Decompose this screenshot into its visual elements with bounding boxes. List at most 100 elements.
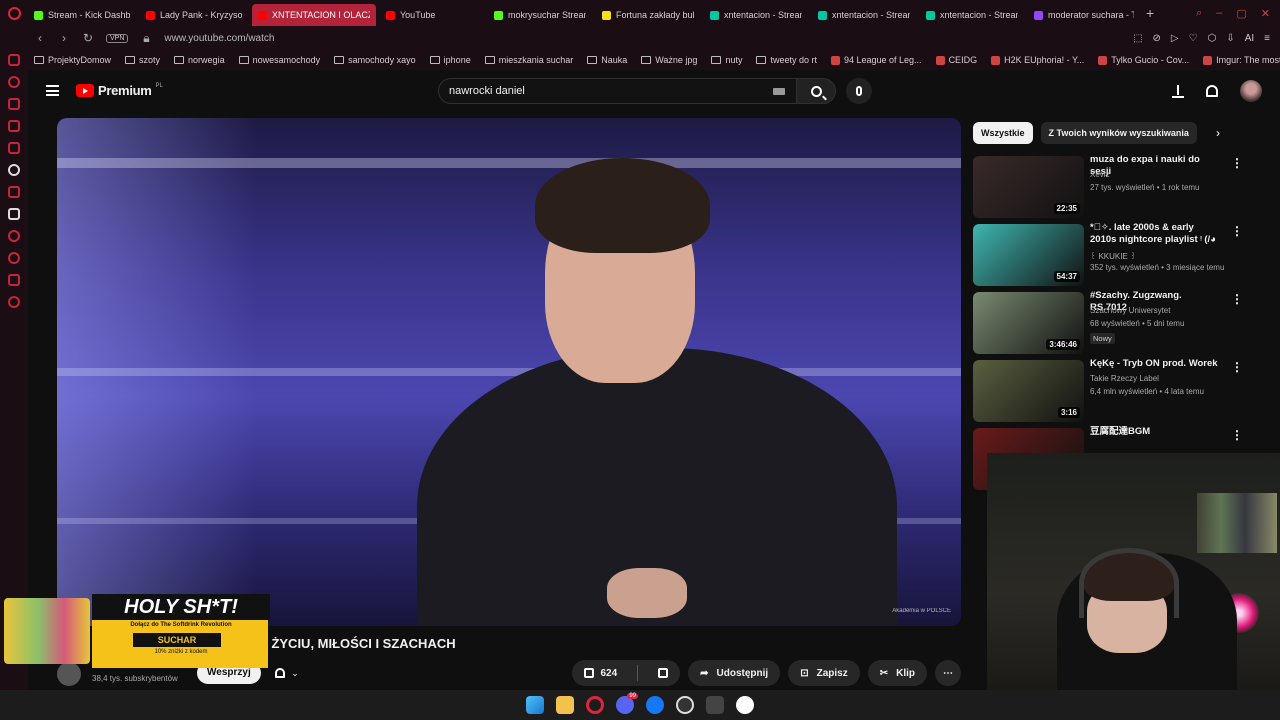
browser-tab[interactable]: mokrysuchar Stream [488, 4, 592, 26]
recommendation-menu-icon[interactable]: ⋮ [1231, 292, 1243, 306]
adblock-icon[interactable]: ⊘ [1153, 33, 1161, 44]
messenger-icon[interactable] [8, 120, 20, 132]
bookmark-item[interactable]: Ważne jpg [641, 55, 697, 65]
opera-taskbar-icon[interactable] [586, 696, 604, 714]
new-tab-button[interactable]: + [1140, 5, 1160, 21]
guide-menu-icon[interactable] [46, 85, 59, 96]
bookmark-item[interactable]: mieszkania suchar [484, 55, 573, 65]
recommendation-item[interactable]: 22:35 muza do expa i nauki do sesji Xeviz 2… [973, 154, 1243, 222]
video-thumbnail[interactable]: 3:16 [973, 360, 1084, 422]
close-window-icon[interactable]: ✕ [1261, 7, 1270, 20]
like-button[interactable]: 624 [572, 660, 629, 686]
upload-icon[interactable] [1172, 84, 1184, 98]
bookmark-item[interactable]: samochody xayo [334, 55, 416, 65]
recommendation-channel[interactable]: Takie Rzeczy Label [1090, 374, 1159, 383]
video-player[interactable]: Akademia w POLSCE [57, 118, 961, 626]
bookmark-item[interactable]: CEIDG [935, 55, 977, 65]
player-icon[interactable] [8, 252, 20, 264]
browser-tab[interactable]: YouTube [380, 4, 484, 26]
more-actions-button[interactable]: ⋯ [935, 660, 961, 686]
browser-tab[interactable]: xntentacion - Stream [704, 4, 808, 26]
recommendation-menu-icon[interactable]: ⋮ [1231, 224, 1243, 238]
clip-button[interactable]: ✂ Klip [867, 660, 927, 686]
obs-icon[interactable] [676, 696, 694, 714]
notification-bell-button[interactable]: ⌄ [267, 662, 307, 684]
recommendation-channel[interactable]: Szachowy Uniwersytet [1090, 306, 1170, 315]
bookmark-item[interactable]: iphone [429, 55, 471, 65]
browser-tab[interactable]: Lady Pank - Kryzysow [140, 4, 248, 26]
search-button[interactable] [796, 78, 836, 104]
bookmark-item[interactable]: ProjektyDomow [34, 55, 111, 65]
bookmark-item[interactable]: tweety do rt [756, 55, 817, 65]
dislike-button[interactable] [646, 660, 680, 686]
recommendation-item[interactable]: 54:37 *ﾟ✧. late 2000s & early 2010s night… [973, 222, 1243, 290]
bookmark-item[interactable]: Nauka [587, 55, 627, 65]
account-avatar[interactable] [1240, 80, 1262, 102]
recommendation-item[interactable]: 3:16 KęKę - Tryb ON prod. Worek Takie Rzec… [973, 358, 1243, 426]
recommendation-menu-icon[interactable]: ⋮ [1231, 428, 1243, 442]
facebook-icon[interactable] [646, 696, 664, 714]
minimize-icon[interactable]: – [1216, 7, 1222, 20]
twitch-icon[interactable] [8, 186, 20, 198]
browser-tab[interactable]: Stream - Kick Dashbo [28, 4, 136, 26]
opera-logo-icon[interactable] [0, 0, 28, 26]
video-thumbnail[interactable]: 22:35 [973, 156, 1084, 218]
instagram-icon[interactable] [8, 142, 20, 154]
bookmark-heart-icon[interactable]: ♡ [1189, 33, 1198, 44]
menu-icon[interactable]: ≡ [1264, 33, 1270, 44]
bookmark-item[interactable]: nowesamochody [238, 55, 320, 65]
browser-tab[interactable]: moderator suchara - T [1028, 4, 1140, 26]
settings-icon[interactable] [8, 296, 20, 308]
forward-icon[interactable]: › [58, 31, 70, 45]
download-icon[interactable]: ⇩ [1226, 33, 1234, 44]
video-thumbnail[interactable]: 3:46:46 [973, 292, 1084, 354]
bookmark-item[interactable]: szoty [125, 55, 160, 65]
keyboard-icon[interactable] [773, 87, 786, 95]
back-icon[interactable]: ‹ [34, 31, 46, 45]
bookmark-item[interactable]: 94 League of Leg... [830, 55, 922, 65]
search-input[interactable]: nawrocki daniel [449, 85, 773, 97]
home-icon[interactable] [8, 54, 20, 66]
recommendation-title[interactable]: *ﾟ✧. late 2000s & early 2010s nightcore … [1090, 222, 1220, 246]
search-box[interactable]: nawrocki daniel ✕ [438, 78, 818, 104]
filter-chip[interactable]: Z Twoich wyników wyszukiwania [1040, 122, 1197, 144]
notifications-icon[interactable] [1206, 85, 1218, 97]
search-tabs-icon[interactable]: ⌕ [1196, 7, 1202, 20]
browser-tab[interactable]: xntentacion - Stream [812, 4, 916, 26]
wallet-icon[interactable] [8, 98, 20, 110]
clock-icon[interactable] [8, 230, 20, 242]
bookmark-item[interactable]: nuty [711, 55, 742, 65]
app-icon[interactable] [736, 696, 754, 714]
recommendation-title[interactable]: KęKę - Tryb ON prod. Worek [1090, 358, 1220, 370]
recommendation-title[interactable]: 豆腐配達BGM [1090, 426, 1220, 438]
filter-chip[interactable]: Wszystkie [973, 122, 1033, 144]
url-field[interactable]: www.youtube.com/watch [164, 33, 274, 44]
extensions-sidebar-icon[interactable] [8, 274, 20, 286]
ai-button[interactable]: AI [1245, 33, 1254, 44]
chatgpt-icon[interactable] [8, 164, 20, 176]
terminal-icon[interactable] [706, 696, 724, 714]
bookmark-item[interactable]: Tylko Gucio - Cov... [1098, 55, 1189, 65]
share-button[interactable]: ➦ Udostępnij [688, 660, 781, 686]
extensions-icon[interactable]: ⬡ [1208, 33, 1217, 44]
youtube-logo[interactable]: Premium PL [76, 83, 163, 98]
bookmark-item[interactable]: H2K EUphoria! - Y... [991, 55, 1084, 65]
maximize-icon[interactable]: ▢ [1236, 7, 1246, 20]
browser-tab[interactable]: xntentacion - Stream [920, 4, 1024, 26]
start-icon[interactable] [526, 696, 544, 714]
history-icon[interactable] [8, 76, 20, 88]
video-thumbnail[interactable]: 54:37 [973, 224, 1084, 286]
recommendation-menu-icon[interactable]: ⋮ [1231, 156, 1243, 170]
bookmark-item[interactable]: norwegia [174, 55, 225, 65]
vpn-badge[interactable]: VPN [106, 33, 129, 43]
file-explorer-icon[interactable] [556, 696, 574, 714]
x-icon[interactable] [8, 208, 20, 220]
browser-tab[interactable]: Fortuna zakłady bukm [596, 4, 700, 26]
discord-icon[interactable]: 99 [616, 693, 638, 714]
snapshot-icon[interactable]: ⬚ [1133, 33, 1142, 44]
browser-tab[interactable]: XNTENTACION I OLACZK [252, 4, 376, 26]
play-icon[interactable]: ▷ [1171, 33, 1179, 44]
recommendation-channel[interactable]: ꒰ KKUKIE ꒱ [1090, 250, 1136, 261]
recommendation-menu-icon[interactable]: ⋮ [1231, 360, 1243, 374]
save-button[interactable]: ⊡ Zapisz [788, 660, 860, 686]
